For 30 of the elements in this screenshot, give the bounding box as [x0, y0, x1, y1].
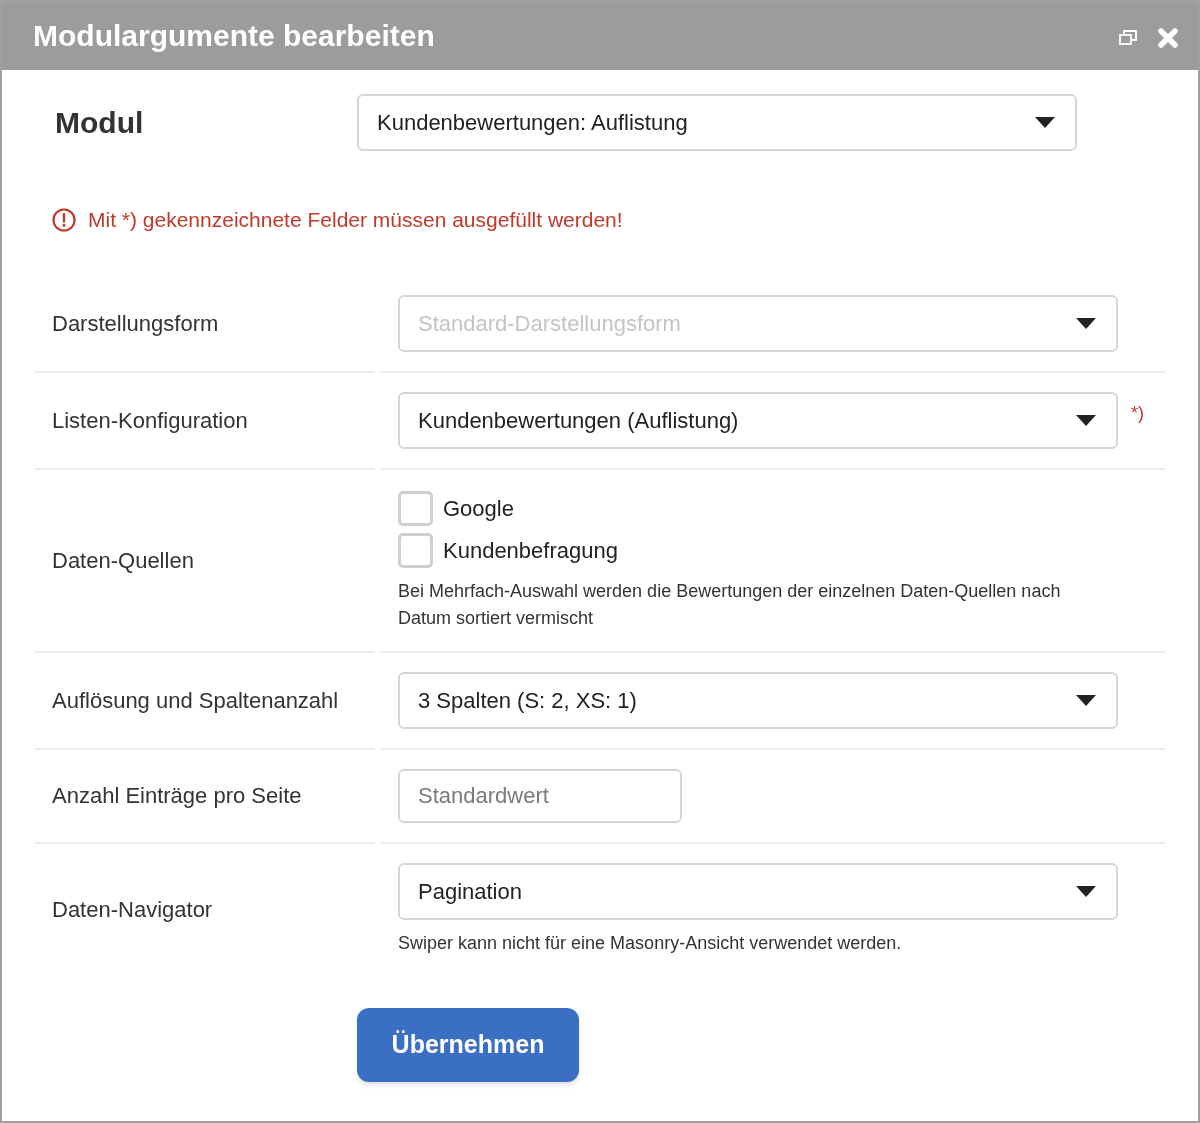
- checkbox[interactable]: [398, 532, 433, 568]
- dropdown[interactable]: Pagination: [398, 862, 1118, 920]
- field-label: Darstellungsform: [52, 309, 219, 338]
- checkbox-label[interactable]: Kundenbefragung: [443, 533, 618, 567]
- caret-icon: [1076, 694, 1096, 706]
- caret-icon: [1076, 885, 1096, 897]
- caret-icon: [1076, 317, 1096, 329]
- field-label: Listen-Konfiguration: [52, 406, 248, 435]
- required-notice: Mit *) gekennzeichnete Felder müssen ausgefüllt werden!: [88, 207, 623, 233]
- close-icon[interactable]: [1158, 27, 1178, 48]
- apply-button[interactable]: Übernehmen: [357, 1007, 579, 1082]
- field-label: Daten-Quellen: [52, 546, 194, 575]
- field-hint: Bei Mehrfach-Auswahl werden die Bewertungen der einzelnen Daten-Quellen nach Datum sortiert vermischt: [398, 579, 1062, 630]
- field-label: Anzahl Einträge pro Seite: [52, 782, 302, 810]
- checkbox-label[interactable]: Google: [443, 491, 514, 525]
- checkbox[interactable]: [398, 490, 433, 526]
- field-label: Daten-Navigator: [52, 896, 213, 924]
- module-dropdown[interactable]: Kundenbewertungen: Auflistung: [357, 94, 1077, 151]
- input-field[interactable]: Standardwert: [398, 768, 682, 823]
- module-label: Modul: [55, 105, 145, 141]
- caret-icon: [1076, 414, 1096, 426]
- dropdown[interactable]: Kundenbewertungen (Auflistung): [398, 391, 1118, 449]
- field-label: Auflösung und Spaltenanzahl: [52, 686, 339, 715]
- field-hint: Swiper kann nicht für eine Masonry-Ansicht verwendet werden.: [398, 931, 903, 955]
- window-title: Modulargumente bearbeiten: [33, 21, 435, 51]
- required-mark: *): [1131, 401, 1144, 425]
- restore-icon[interactable]: [1119, 30, 1137, 45]
- caret-icon: [1035, 117, 1055, 128]
- dropdown[interactable]: 3 Spalten (S: 2, XS: 1): [398, 671, 1118, 729]
- alert-icon: [52, 207, 76, 232]
